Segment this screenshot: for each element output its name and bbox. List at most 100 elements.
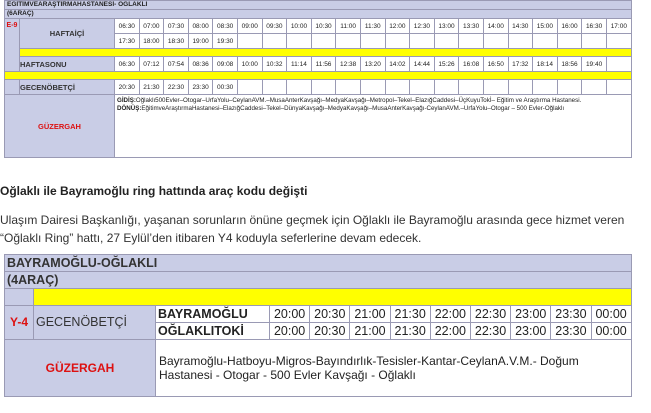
- time-cell: 19:40: [581, 56, 607, 72]
- time-cell: [409, 79, 435, 95]
- separator-bar: [19, 48, 632, 57]
- time-cell: 16:30: [581, 18, 607, 34]
- time-cell: [384, 33, 411, 49]
- time-cell: 12:38: [335, 56, 361, 72]
- time-cell: [581, 33, 607, 49]
- time-cell: 23:30: [550, 305, 592, 323]
- time-cell: 09:00: [236, 18, 263, 34]
- time-cell: 07:12: [138, 56, 165, 72]
- time-cell: 18:30: [163, 33, 189, 49]
- time-cell: 14:30: [507, 18, 534, 34]
- time-cell: 13:00: [433, 18, 460, 34]
- schedule-table-e9: EĞİTİMVEARAŞTIRMAHASTANESİ- OĞLAKLI (6AR…: [4, 0, 632, 158]
- time-cell: 09:08: [212, 56, 238, 72]
- time-cell: 10:00: [286, 18, 312, 34]
- article-heading: Oğlaklı ile Bayramoğlu ring hattında ara…: [0, 184, 308, 198]
- time-cell: 07:54: [163, 56, 189, 72]
- article-paragraph: Ulaşım Dairesi Başkanlığı, yaşanan sorun…: [0, 213, 625, 245]
- time-cell: 21:30: [389, 322, 431, 340]
- time-cell: 21:00: [349, 305, 391, 323]
- code-spacer: [4, 79, 20, 95]
- code-spacer: [4, 288, 34, 306]
- time-cell: [286, 79, 312, 95]
- time-cell: 20:30: [309, 322, 351, 340]
- route-code: E-9: [4, 18, 20, 72]
- time-cell: 18:56: [556, 56, 583, 72]
- time-cell: 22:00: [429, 322, 471, 340]
- time-cell: 14:00: [482, 18, 509, 34]
- time-cell: [261, 33, 288, 49]
- time-cell: [433, 33, 460, 49]
- time-cell: [310, 33, 337, 49]
- time-cell: 17:30: [114, 33, 140, 49]
- time-cell: [458, 33, 484, 49]
- time-cell: 06:30: [114, 18, 140, 34]
- time-cell: [556, 79, 583, 95]
- time-cell: [359, 33, 386, 49]
- time-cell: [482, 33, 509, 49]
- time-cell: [409, 33, 435, 49]
- time-cell: [605, 56, 632, 72]
- time-cell: 16:50: [482, 56, 509, 72]
- time-cell: 18:00: [138, 33, 165, 49]
- time-cell: 16:08: [458, 56, 484, 72]
- time-cell: 00:00: [590, 305, 632, 323]
- time-cell: [482, 79, 509, 95]
- time-cell: [532, 33, 558, 49]
- time-cell: 15:00: [532, 18, 558, 34]
- time-cell: 10:30: [310, 18, 337, 34]
- time-cell: 22:30: [469, 322, 512, 340]
- route-back: EğitimveAraştırmaHastanesi–ElazığCaddesi…: [141, 104, 565, 112]
- time-cell: 13:30: [458, 18, 484, 34]
- route-title: EĞİTİMVEARAŞTIRMAHASTANESİ- OĞLAKLI: [4, 0, 632, 10]
- time-cell: 16:00: [556, 18, 583, 34]
- time-cell: [605, 33, 632, 49]
- night-label: GECENÖBETÇİ: [33, 305, 156, 340]
- time-cell: 19:00: [187, 33, 214, 49]
- time-cell: 21:00: [349, 322, 391, 340]
- time-cell: 08:00: [187, 18, 214, 34]
- stop-name: OĞLAKLITOKİ: [155, 322, 270, 340]
- time-cell: 23:30: [550, 322, 592, 340]
- time-cell: 07:30: [163, 18, 189, 34]
- time-cell: 23:00: [510, 305, 552, 323]
- time-cell: 17:32: [507, 56, 534, 72]
- time-cell: 11:00: [335, 18, 361, 34]
- time-cell: [433, 79, 460, 95]
- separator-bar: [33, 288, 632, 306]
- time-cell: [581, 79, 607, 95]
- route-description: Bayramoğlu-Hatboyu-Migros-Bayındırlık-Te…: [155, 339, 632, 397]
- time-cell: 20:00: [268, 305, 311, 323]
- time-cell: 18:14: [532, 56, 558, 72]
- weekend-label: HAFTASONU: [19, 56, 115, 72]
- schedule-table-y4: BAYRAMOĞLU-OĞLAKLI (4ARAÇ) Y-4 GECENÖBET…: [4, 254, 632, 397]
- route-back-label: DÖNÜŞ:: [117, 104, 142, 112]
- separator-bar: [4, 71, 632, 80]
- time-cell: 20:30: [309, 305, 351, 323]
- time-cell: 22:30: [163, 79, 189, 95]
- time-cell: 08:30: [212, 18, 238, 34]
- time-cell: [507, 33, 534, 49]
- time-cell: [556, 33, 583, 49]
- time-cell: 10:00: [236, 56, 263, 72]
- time-cell: 15:26: [433, 56, 460, 72]
- route-label: GÜZERGAH: [4, 339, 156, 397]
- time-cell: 20:00: [268, 322, 311, 340]
- time-cell: 21:30: [389, 305, 431, 323]
- time-cell: [359, 79, 386, 95]
- time-cell: 23:30: [187, 79, 214, 95]
- stop-name: BAYRAMOĞLU: [155, 305, 270, 323]
- time-cell: 00:00: [590, 322, 632, 340]
- route-label: GÜZERGAH: [4, 94, 115, 158]
- time-cell: 14:44: [409, 56, 435, 72]
- time-cell: [335, 33, 361, 49]
- time-cell: [507, 79, 534, 95]
- time-cell: 09:30: [261, 18, 288, 34]
- time-cell: [335, 79, 361, 95]
- time-cell: 23:00: [510, 322, 552, 340]
- time-cell: [310, 79, 337, 95]
- night-label: GECENÖBETÇİ: [19, 79, 115, 95]
- time-cell: 22:30: [469, 305, 512, 323]
- time-cell: [236, 33, 263, 49]
- time-cell: 17:00: [605, 18, 632, 34]
